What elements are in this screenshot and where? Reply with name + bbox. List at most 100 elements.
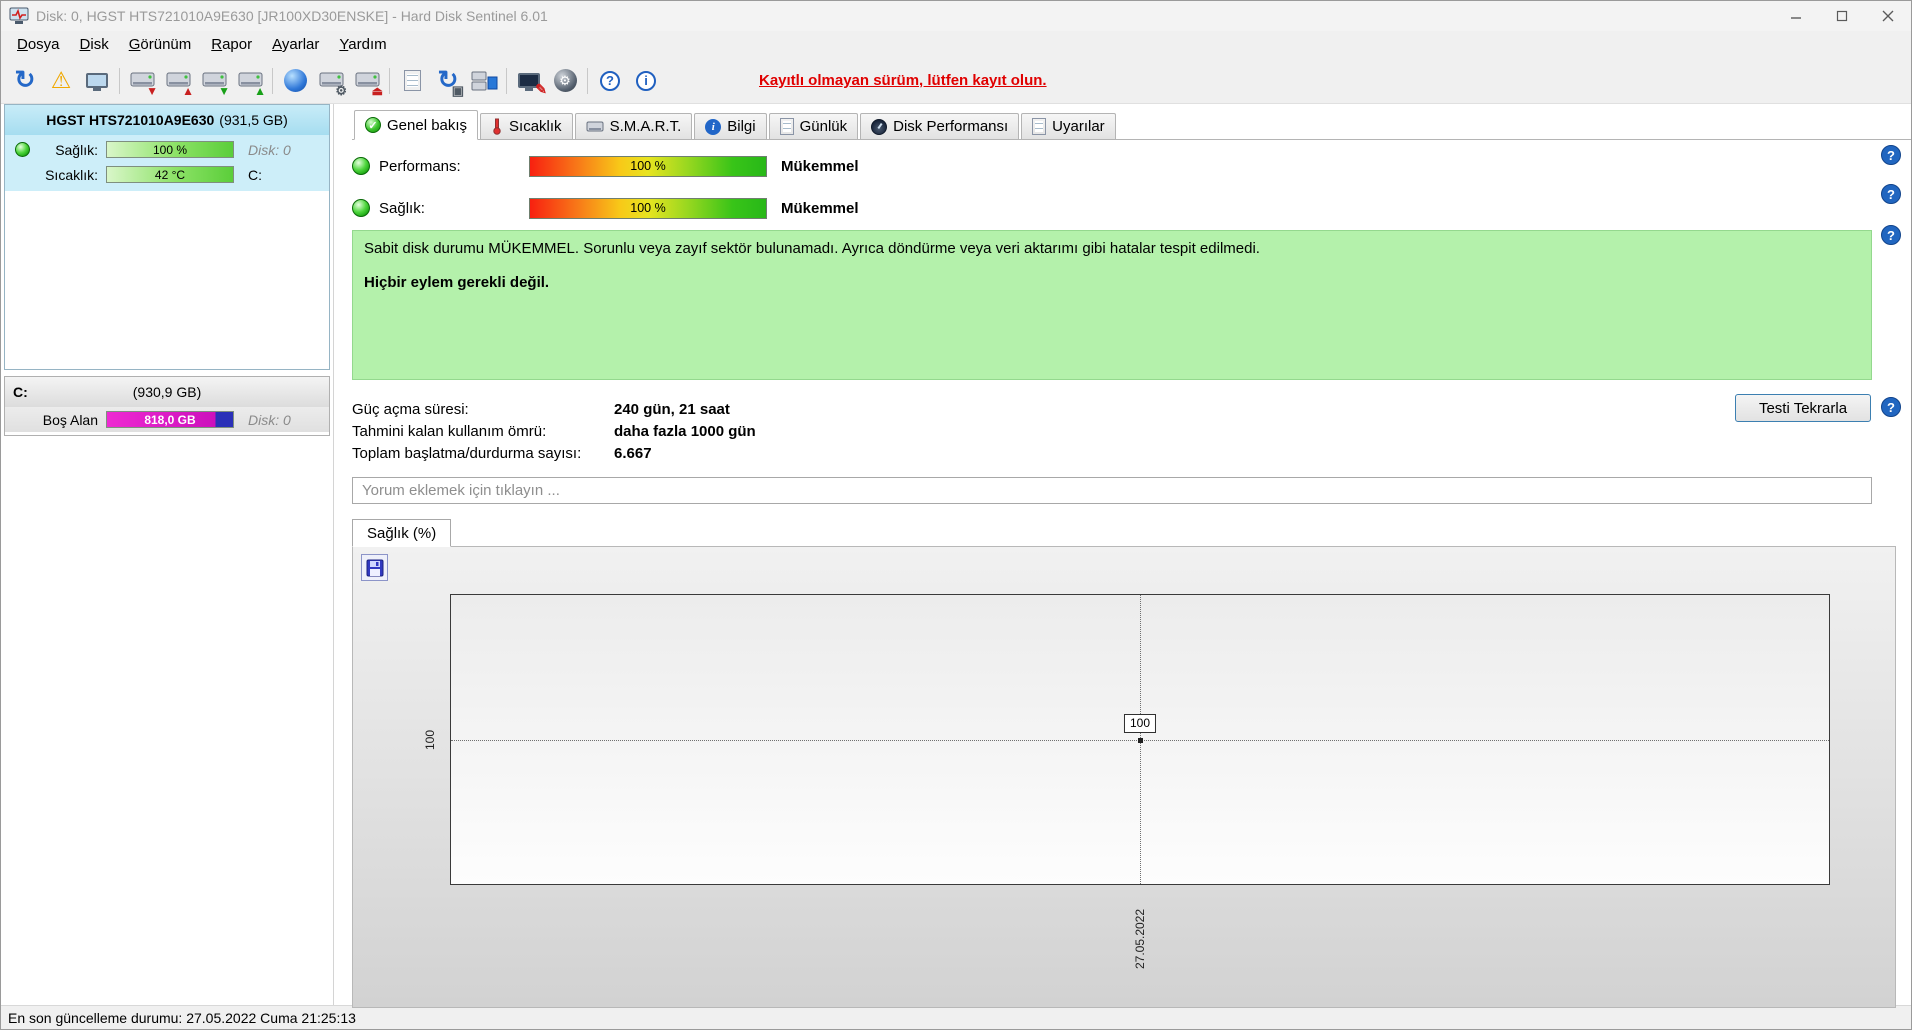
alert-page-icon [1032,118,1047,135]
tab-label: Bilgi [727,118,756,135]
help-health-icon[interactable]: ? [1881,184,1901,204]
stat-row-start-stop: Toplam başlatma/durdurma sayısı: 6.667 [352,442,1911,464]
disk-status-text: Sabit disk durumu MÜKEMMEL. Sorunlu veya… [364,240,1260,257]
disk-icon [586,120,604,134]
comment-input[interactable] [352,477,1872,504]
tab-bilgi[interactable]: i Bilgi [694,113,767,139]
help-retest-icon[interactable]: ? [1881,397,1901,417]
disk-health-row: Sağlık: 100 % Disk: 0 [5,137,329,162]
monitor-icon[interactable] [79,64,115,98]
network-disks-icon[interactable] [466,64,502,98]
globe-disk-icon[interactable] [277,64,313,98]
tab-disk-performansi[interactable]: Disk Performansı [860,113,1020,139]
options-gear-icon[interactable]: ⚙ [547,64,583,98]
tab-label: Disk Performansı [893,118,1009,135]
health-history-chart: 100 100 27.05.2022 [352,546,1896,1008]
minimize-button[interactable] [1773,1,1819,31]
partition-disk-number: Disk: 0 [248,411,291,428]
tab-uyarilar[interactable]: Uyarılar [1021,113,1116,139]
stat-row-lifetime: Tahmini kalan kullanım ömrü: daha fazla … [352,420,1911,442]
disk-test-down-icon[interactable]: ▼ [196,64,232,98]
tab-gunluk[interactable]: Günlük [768,113,859,139]
menu-yardim[interactable]: Yardım [329,33,396,56]
help-performance-icon[interactable]: ? [1881,145,1901,165]
tab-label: Uyarılar [1052,118,1105,135]
title-bar: Disk: 0, HGST HTS721010A9E630 [JR100XD30… [1,1,1911,31]
floppy-icon [366,559,383,576]
menu-ayarlar[interactable]: Ayarlar [262,33,329,56]
partition-size: (930,9 GB) [132,384,202,400]
menu-disk[interactable]: Disk [70,33,119,56]
info-circle-icon: i [705,118,722,135]
chart-tab-health[interactable]: Sağlık (%) [352,519,452,547]
warning-settings-icon[interactable]: ⚠ [43,64,79,98]
health-bar: 100 % [106,141,234,158]
chart-y-tick: 100 [423,729,437,751]
toolbar: ↻ ⚠ ▼ ▲ ▼ ▲ ⚙ ⏏ ↻ ▣ ✎ ⚙ ? i Kayıtlı olma… [1,58,1911,104]
thermometer-icon [491,118,503,135]
close-button[interactable] [1865,1,1911,31]
help-icon[interactable]: ? [592,64,628,98]
tab-label: S.M.A.R.T. [609,118,682,135]
content-area: HGST HTS721010A9E630 (931,5 GB) Sağlık: … [1,104,1911,1008]
toolbar-separator [272,67,273,94]
free-space-label: Boş Alan [42,411,98,428]
sidebar-partition-panel[interactable]: (930,9 GB) C: Boş Alan 818,0 GB Disk: 0 [4,376,330,436]
disk-status-box: Sabit disk durumu MÜKEMMEL. Sorunlu veya… [352,230,1872,380]
refresh-icon[interactable]: ↻ [7,64,43,98]
disk-number: Disk: 0 [248,141,291,158]
info-icon[interactable]: i [628,64,664,98]
menu-gorunum[interactable]: Görünüm [119,33,202,56]
chart-data-point [1138,737,1143,743]
toolbar-separator [119,67,120,94]
performance-rating: Mükemmel [781,157,859,175]
retest-button[interactable]: Testi Tekrarla [1735,394,1871,422]
partition-panel-header: (930,9 GB) C: [5,377,329,407]
performance-bar: 100 % [529,155,767,177]
tab-label: Sıcaklık [509,118,562,135]
toolbar-separator [506,67,507,94]
drive-letter: C: [248,166,262,183]
chart-plot-area: 100 [450,594,1830,885]
chart-point-label: 100 [1123,713,1157,733]
disk-remove-icon[interactable]: ▼ [124,64,160,98]
help-status-icon[interactable]: ? [1881,225,1901,245]
disk-test-up-icon[interactable]: ▲ [232,64,268,98]
disk-gear-icon[interactable]: ⚙ [313,64,349,98]
tab-sicaklik[interactable]: Sıcaklık [480,113,573,139]
menu-dosya[interactable]: Dosya [7,33,70,56]
disk-eject-icon[interactable]: ⏏ [349,64,385,98]
save-chart-button[interactable] [361,554,388,581]
temp-label: Sıcaklık: [45,166,98,183]
health-rating: Mükemmel [781,199,859,217]
free-space-bar: 818,0 GB [106,411,234,428]
register-notice-link[interactable]: Kayıtlı olmayan sürüm, lütfen kayıt olun… [759,72,1047,89]
disk-panel-summary: Sağlık: 100 % Disk: 0 Sıcaklık: 42 °C C: [5,135,329,191]
sidebar-disk-panel[interactable]: HGST HTS721010A9E630 (931,5 GB) Sağlık: … [4,104,330,370]
disk-add-icon[interactable]: ▲ [160,64,196,98]
tab-smart[interactable]: S.M.A.R.T. [574,113,693,139]
health-label: Sağlık: [379,199,425,217]
disk-name: HGST HTS721010A9E630 [46,112,215,128]
tab-genel-bakis[interactable]: ✓ Genel bakış [354,110,479,140]
gauge-icon [871,118,888,135]
toolbar-separator [587,67,588,94]
report-document-icon[interactable] [394,64,430,98]
monitor-edit-icon[interactable]: ✎ [511,64,547,98]
maximize-button[interactable] [1819,1,1865,31]
menu-rapor[interactable]: Rapor [201,33,262,56]
health-led-icon [15,142,30,157]
status-bar-text: En son güncelleme durumu: 27.05.2022 Cum… [8,1009,356,1026]
check-circle-icon: ✓ [365,117,381,133]
refresh-disks-icon[interactable]: ↻ ▣ [430,64,466,98]
app-window: Disk: 0, HGST HTS721010A9E630 [JR100XD30… [0,0,1912,1030]
app-icon [9,6,29,26]
partition-free-row: Boş Alan 818,0 GB Disk: 0 [5,407,329,432]
health-bar: 100 % [529,197,767,219]
stat-value: 240 gün, 21 saat [614,400,730,418]
performance-label: Performans: [379,157,461,175]
log-document-icon [779,118,794,135]
status-bar: En son güncelleme durumu: 27.05.2022 Cum… [1,1005,1911,1029]
stat-label: Güç açma süresi: [352,400,469,418]
disk-size: (931,5 GB) [219,112,288,128]
